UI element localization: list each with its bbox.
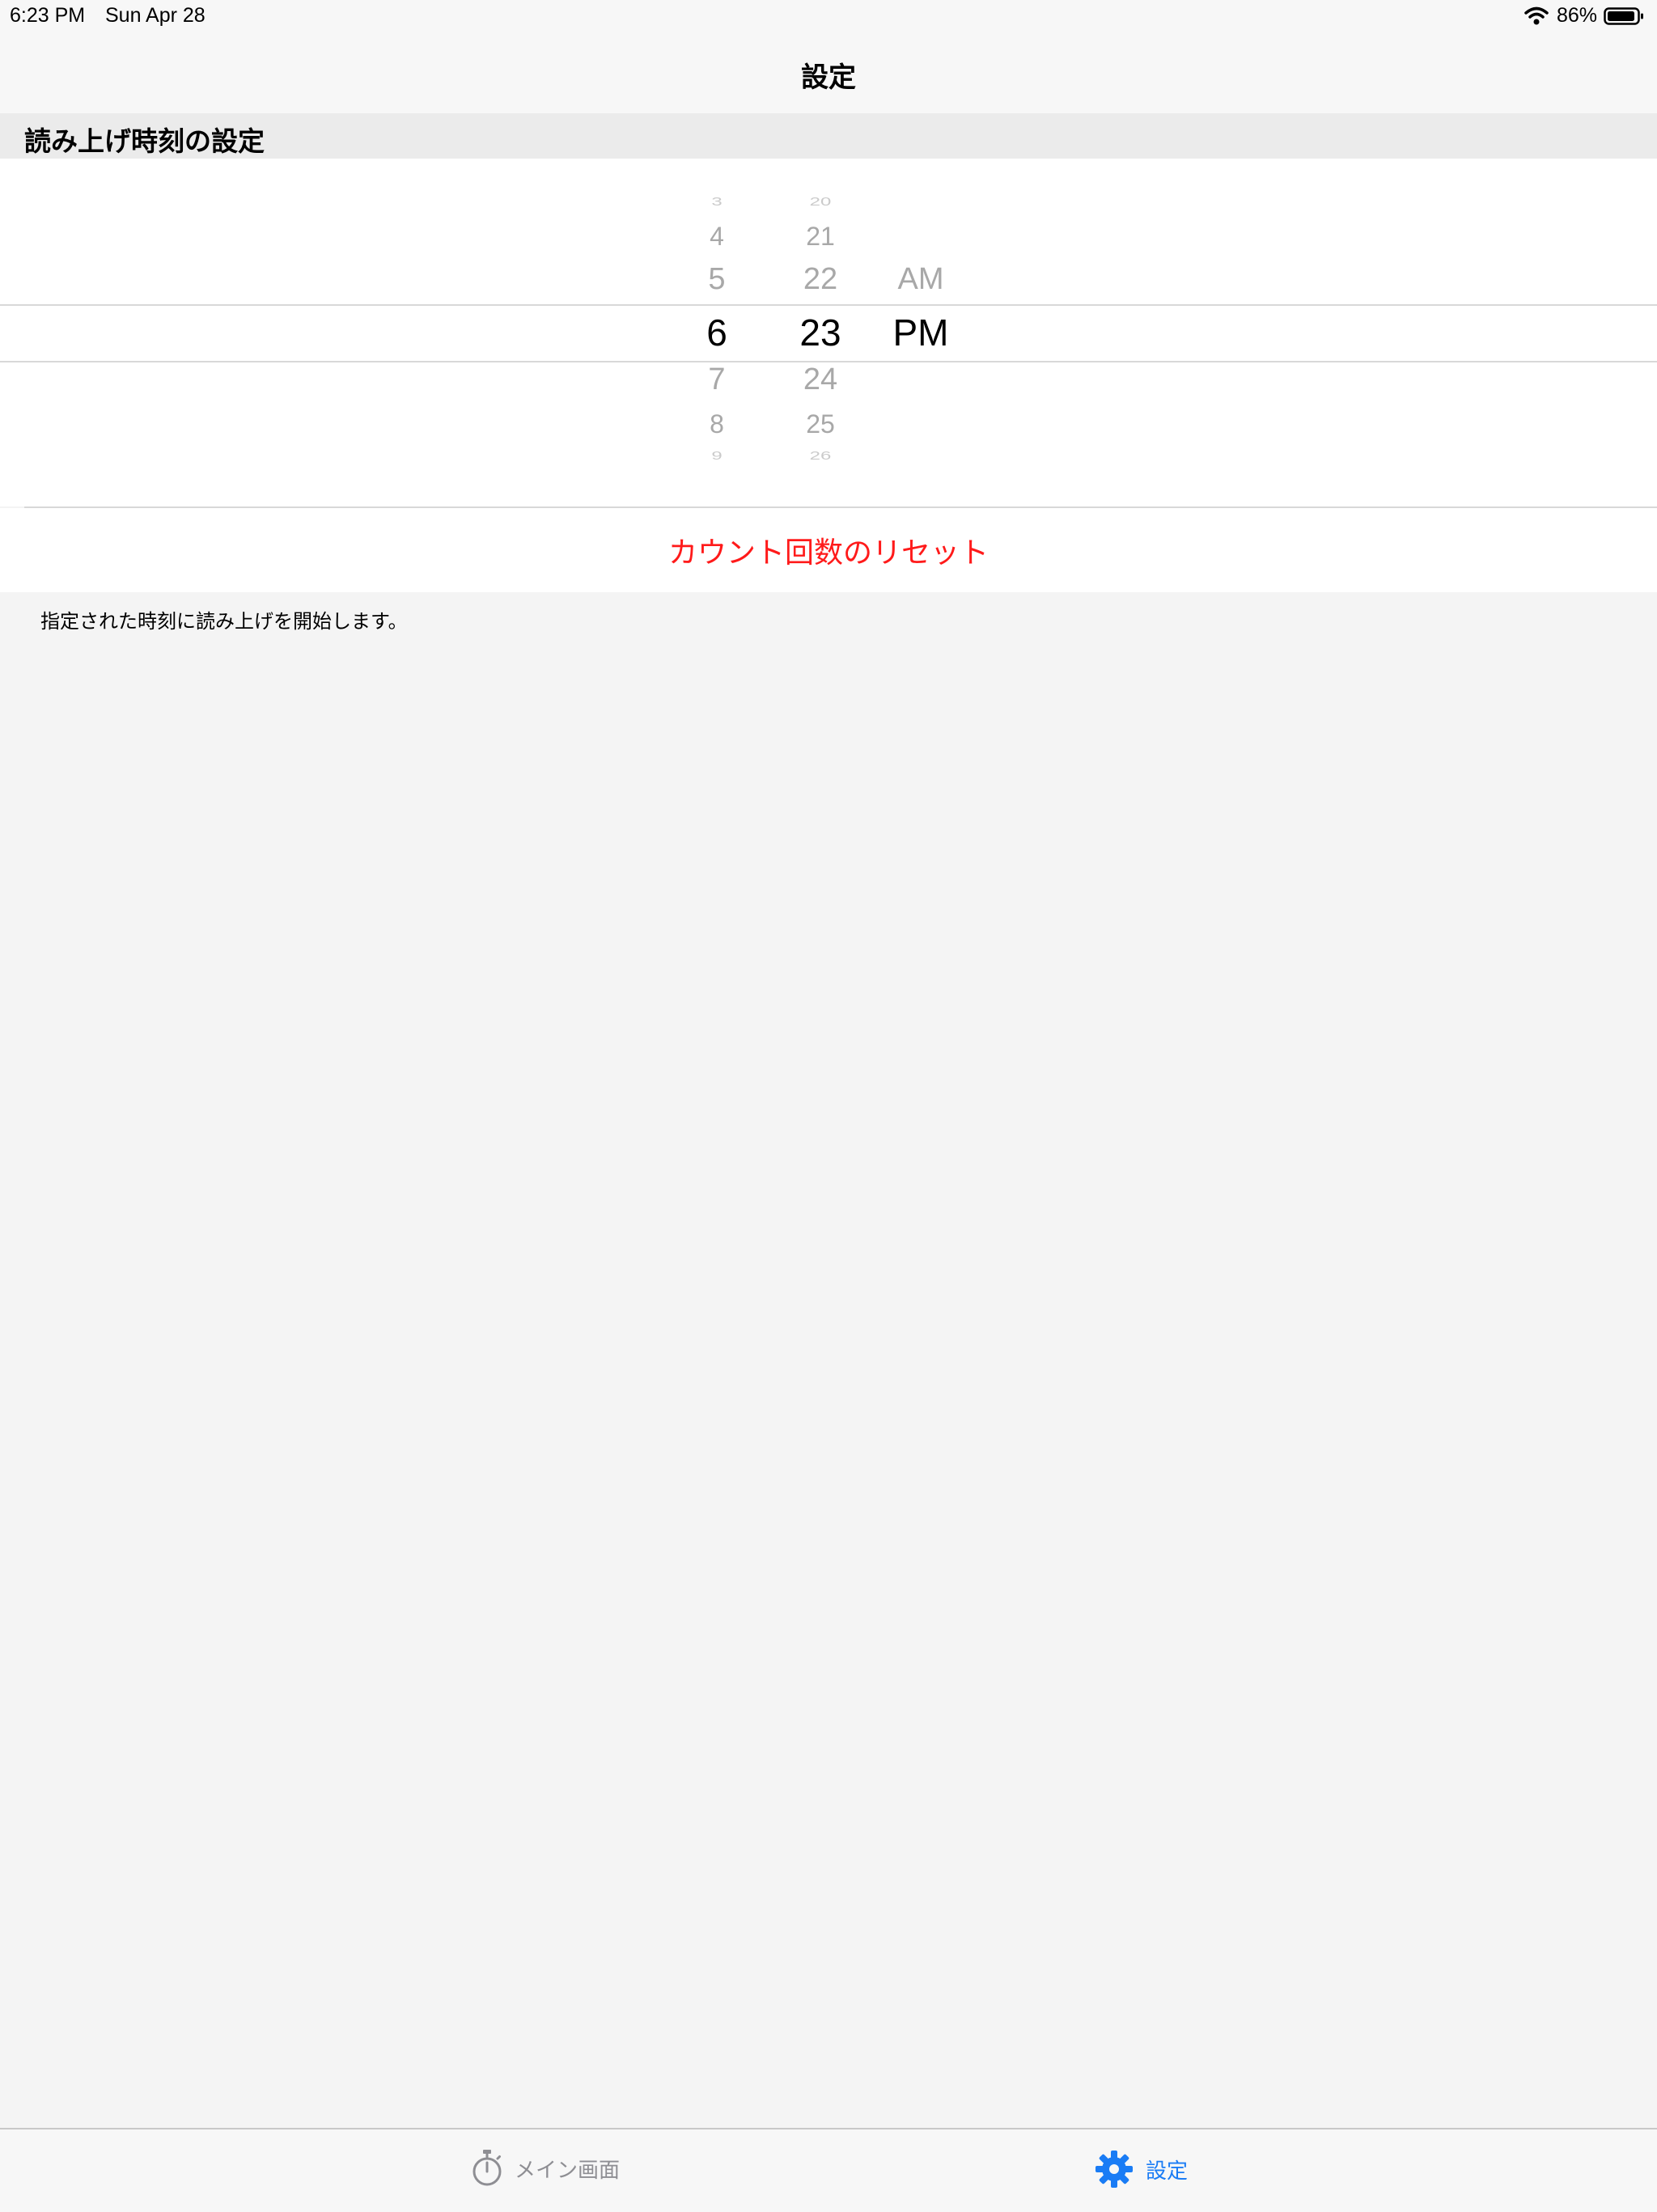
time-picker[interactable]: 3 4 5 6 7 8 9 20 21 22 23 24 25 26 AM PM [0, 159, 1657, 508]
tab-bar: メイン画面 設定 [0, 2128, 1657, 2212]
picker-meridiem-item: AM [897, 262, 944, 296]
status-time: 6:23 PM [10, 4, 86, 27]
reset-count-button[interactable]: カウント回数のリセット [0, 529, 1657, 571]
picker-meridiem-column[interactable]: AM PM [856, 159, 985, 506]
reset-cell[interactable]: カウント回数のリセット [0, 508, 1657, 592]
gear-icon [1095, 2151, 1133, 2188]
battery-percentage: 86% [1556, 4, 1597, 27]
tab-main-screen[interactable]: メイン画面 [471, 2149, 620, 2188]
page-title: 設定 [801, 61, 856, 94]
tab-settings-label: 設定 [1146, 2159, 1189, 2184]
navigation-bar: 設定 [0, 32, 1657, 115]
battery-icon [1604, 6, 1643, 25]
wifi-icon [1524, 6, 1549, 24]
picker-meridiem-selected: PM [892, 311, 949, 354]
section-header: 読み上げ時刻の設定 [0, 113, 1657, 159]
section-header-label: 読み上げ時刻の設定 [24, 125, 265, 157]
section-footer-note: 指定された時刻に読み上げを開始します。 [40, 610, 408, 633]
tab-settings[interactable]: 設定 [1094, 2149, 1188, 2189]
stopwatch-icon [473, 2150, 502, 2186]
tab-main-screen-label: メイン画面 [515, 2158, 621, 2183]
status-date: Sun Apr 28 [105, 4, 206, 27]
status-bar: 6:23 PM Sun Apr 28 86% [0, 0, 1657, 32]
status-right: 86% [1524, 4, 1644, 28]
